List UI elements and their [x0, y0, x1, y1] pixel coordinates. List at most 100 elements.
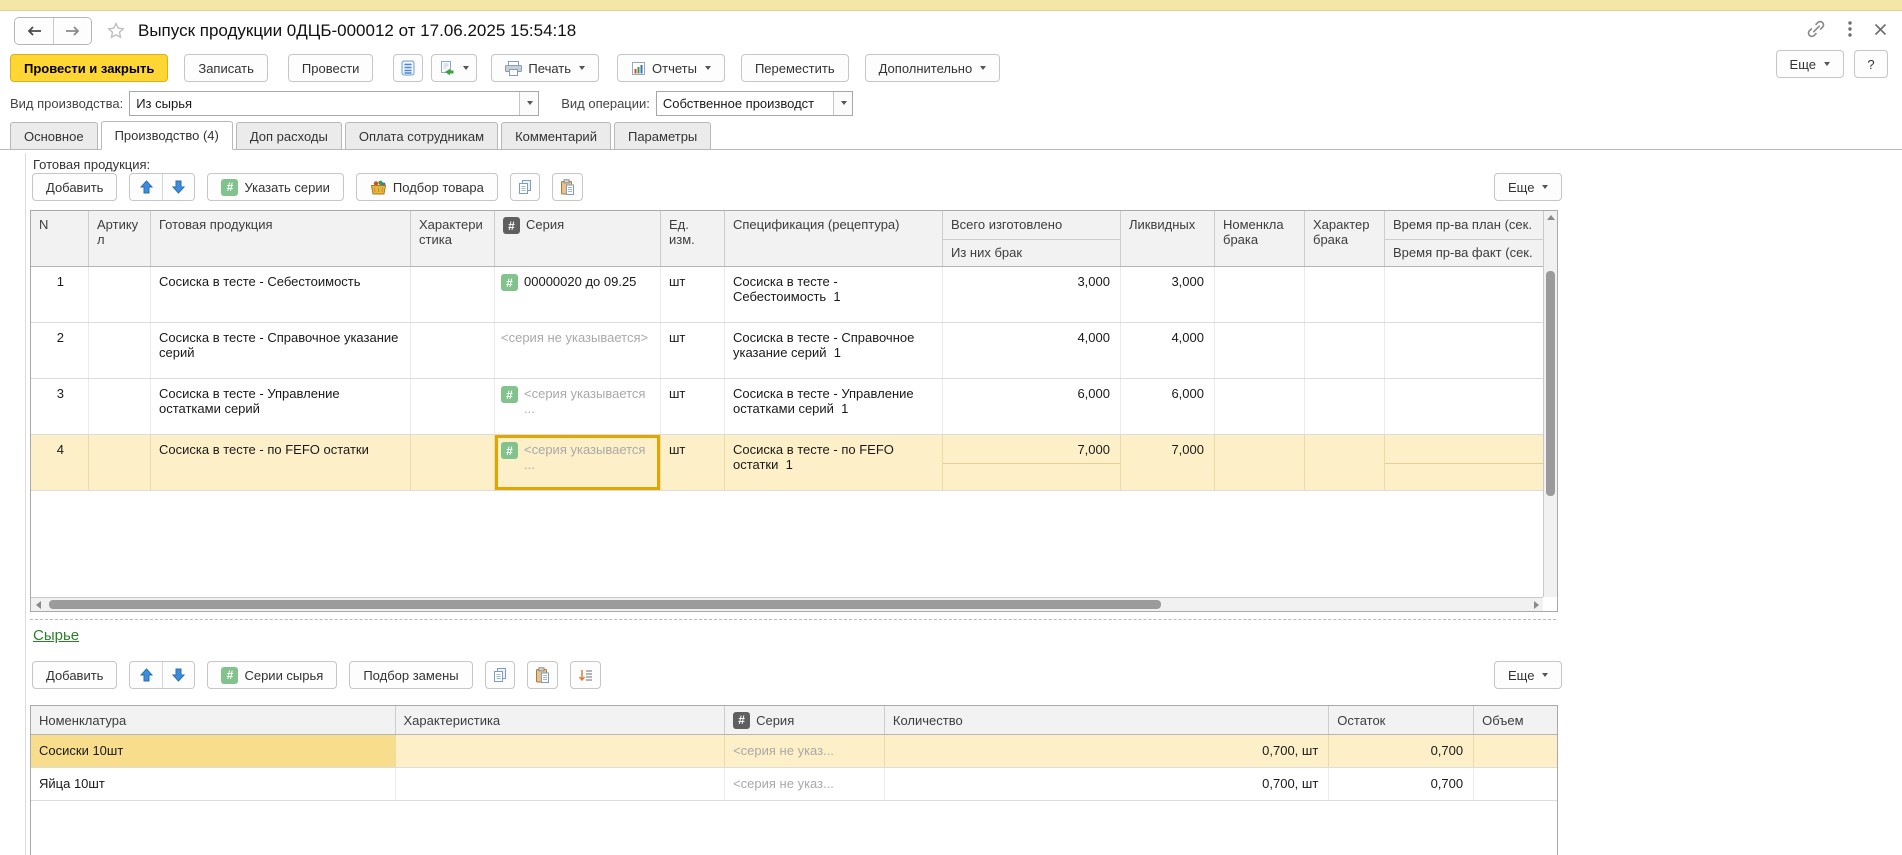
col-volume[interactable]: Объем: [1474, 706, 1557, 734]
cell-total[interactable]: 6,000: [943, 379, 1121, 434]
move-row-up-button[interactable]: [130, 662, 162, 688]
additional-button[interactable]: Дополнительно: [865, 54, 1001, 82]
cell-unit[interactable]: шт: [661, 267, 725, 322]
table-row[interactable]: 1 Сосиска в тесте - Себестоимость # 0000…: [31, 267, 1543, 323]
cell-time[interactable]: [1385, 379, 1543, 434]
cell-characteristic[interactable]: [411, 267, 495, 322]
cell-n[interactable]: 4: [31, 435, 89, 490]
material-series-button[interactable]: # Серии сырья: [207, 661, 337, 689]
materials-add-button[interactable]: Добавить: [32, 661, 117, 689]
move-row-down-button[interactable]: [162, 662, 194, 688]
cell-characteristic[interactable]: [396, 735, 726, 767]
operation-type-field[interactable]: Собственное производст: [656, 91, 853, 116]
products-copy-button[interactable]: [510, 173, 540, 201]
tab-oplata-sotrudnikam[interactable]: Оплата сотрудникам: [345, 122, 498, 149]
cell-quantity[interactable]: 0,700, шт: [885, 735, 1329, 767]
cell-liquid[interactable]: 7,000: [1121, 435, 1215, 490]
cell-article[interactable]: [89, 435, 151, 490]
cell-series[interactable]: <серия не указ...: [725, 735, 885, 767]
production-type-field[interactable]: Из сырья: [129, 91, 539, 116]
back-button[interactable]: [15, 18, 53, 44]
tab-parametry[interactable]: Параметры: [614, 122, 711, 149]
post-button[interactable]: Провести: [288, 54, 374, 82]
col-rest[interactable]: Остаток: [1329, 706, 1474, 734]
cell-characteristic[interactable]: [411, 323, 495, 378]
cell-product[interactable]: Сосиска в тесте - по FEFO остатки: [151, 435, 411, 490]
cell-article[interactable]: [89, 323, 151, 378]
cell-product[interactable]: Сосиска в тесте - Управление остатками с…: [151, 379, 411, 434]
col-article[interactable]: Артикул: [89, 211, 151, 266]
forward-button[interactable]: [53, 18, 91, 44]
col-defect-nomenclature[interactable]: Номенкла брака: [1215, 211, 1305, 266]
cell-spec[interactable]: Сосиска в тесте - Себестоимость 1: [725, 267, 943, 322]
cell-defect-nomenclature[interactable]: [1215, 379, 1305, 434]
cell-volume[interactable]: [1474, 768, 1557, 800]
cell-n[interactable]: 3: [31, 379, 89, 434]
cell-volume[interactable]: [1474, 735, 1557, 767]
scroll-up-icon[interactable]: [1547, 215, 1555, 220]
cell-unit[interactable]: шт: [661, 435, 725, 490]
cell-defect-character[interactable]: [1305, 323, 1385, 378]
col-series[interactable]: # Серия: [725, 706, 885, 734]
products-paste-button[interactable]: [552, 173, 583, 201]
col-total[interactable]: Всего изготовлено Из них брак: [943, 211, 1121, 266]
materials-copy-button[interactable]: [485, 661, 515, 689]
cell-characteristic[interactable]: [396, 768, 726, 800]
table-row[interactable]: 3 Сосиска в тесте - Управление остатками…: [31, 379, 1543, 435]
section-splitter[interactable]: [30, 619, 1556, 620]
cell-defect-character[interactable]: [1305, 435, 1385, 490]
materials-link[interactable]: Сырье: [33, 627, 79, 644]
close-icon[interactable]: [1873, 22, 1888, 40]
cell-defect-nomenclature[interactable]: [1215, 267, 1305, 322]
cell-spec[interactable]: Сосиска в тесте - по FEFO остатки 1: [725, 435, 943, 490]
col-unit[interactable]: Ед. изм.: [661, 211, 725, 266]
cell-article[interactable]: [89, 267, 151, 322]
tab-dop-rashody[interactable]: Доп расходы: [236, 122, 342, 149]
col-time[interactable]: Время пр-ва план (сек. Время пр-ва факт …: [1385, 211, 1543, 266]
cell-liquid[interactable]: 6,000: [1121, 379, 1215, 434]
products-vertical-scrollbar[interactable]: [1543, 211, 1557, 597]
col-spec[interactable]: Спецификация (рецептура): [725, 211, 943, 266]
favorite-star-icon[interactable]: [106, 21, 126, 41]
scroll-right-icon[interactable]: [1534, 601, 1539, 609]
products-more-button[interactable]: Еще: [1494, 173, 1562, 201]
scroll-left-icon[interactable]: [36, 601, 41, 609]
move-row-down-button[interactable]: [162, 174, 194, 200]
pick-goods-button[interactable]: Подбор товара: [356, 173, 498, 201]
cell-total[interactable]: 7,000: [943, 435, 1121, 490]
col-series[interactable]: # Серия: [495, 211, 661, 266]
horizontal-scroll-thumb[interactable]: [49, 600, 1161, 609]
cell-product[interactable]: Сосиска в тесте - Себестоимость: [151, 267, 411, 322]
cell-quantity[interactable]: 0,700, шт: [885, 768, 1329, 800]
get-link-icon[interactable]: [1805, 18, 1827, 43]
cell-n[interactable]: 2: [31, 323, 89, 378]
cell-series[interactable]: # 00000020 до 09.25: [495, 267, 661, 322]
materials-paste-button[interactable]: [527, 661, 558, 689]
cell-liquid[interactable]: 3,000: [1121, 267, 1215, 322]
print-button[interactable]: Печать: [491, 54, 599, 82]
cell-series[interactable]: <серия не указывается>: [495, 323, 661, 378]
operation-type-dropdown[interactable]: [833, 92, 852, 115]
cell-unit[interactable]: шт: [661, 323, 725, 378]
cell-total[interactable]: 4,000: [943, 323, 1121, 378]
move-button[interactable]: Переместить: [741, 54, 849, 82]
cell-n[interactable]: 1: [31, 267, 89, 322]
write-button[interactable]: Записать: [184, 54, 268, 82]
cell-series[interactable]: <серия не указ...: [725, 768, 885, 800]
cell-nomenclature-current[interactable]: Сосиски 10шт: [31, 735, 396, 767]
post-and-close-button[interactable]: Провести и закрыть: [10, 54, 168, 82]
cell-series[interactable]: # <серия указывается ...: [495, 379, 661, 434]
pick-replacement-button[interactable]: Подбор замены: [349, 661, 472, 689]
col-defect-character[interactable]: Характер брака: [1305, 211, 1385, 266]
cell-unit[interactable]: шт: [661, 379, 725, 434]
cell-nomenclature[interactable]: Яйца 10шт: [31, 768, 396, 800]
products-add-button[interactable]: Добавить: [32, 173, 117, 201]
cell-total[interactable]: 3,000: [943, 267, 1121, 322]
materials-more-button[interactable]: Еще: [1494, 661, 1562, 689]
col-characteristic[interactable]: Характеристика: [411, 211, 495, 266]
table-row-selected[interactable]: Сосиски 10шт <серия не указ... 0,700, шт…: [31, 735, 1557, 768]
document-structure-button[interactable]: [393, 54, 423, 82]
table-row[interactable]: 2 Сосиска в тесте - Справочное указание …: [31, 323, 1543, 379]
create-based-on-button[interactable]: [431, 54, 477, 82]
move-row-up-button[interactable]: [130, 174, 162, 200]
